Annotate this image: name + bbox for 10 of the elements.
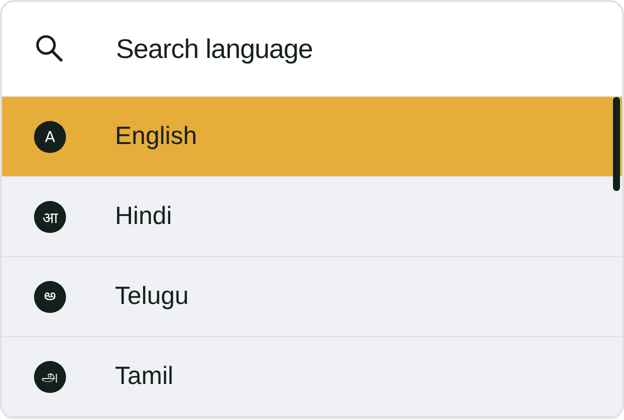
search-field[interactable]: Search language — [114, 32, 538, 66]
language-item[interactable]: அ Tamil — [2, 337, 622, 417]
scrollbar-thumb[interactable] — [613, 97, 620, 191]
language-badge: అ — [34, 280, 66, 312]
language-item[interactable]: आ Hindi — [2, 177, 622, 257]
language-item[interactable]: A English — [2, 97, 622, 177]
language-item[interactable]: అ Telugu — [2, 257, 622, 337]
language-badge: அ — [34, 360, 66, 392]
language-badge: A — [34, 120, 66, 152]
language-badge: आ — [34, 200, 66, 232]
